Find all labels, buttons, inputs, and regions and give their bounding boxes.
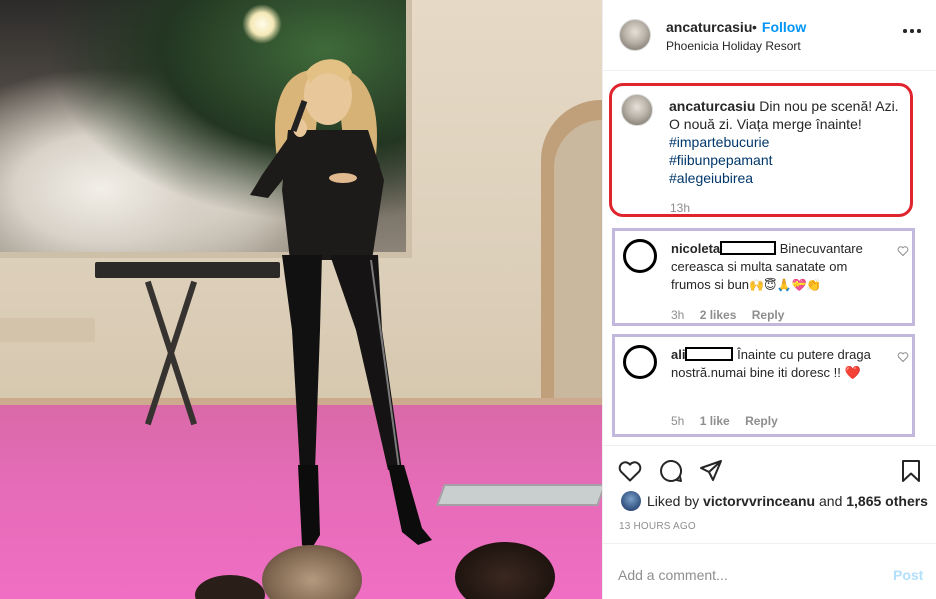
comment-likes[interactable]: 2 likes bbox=[700, 308, 737, 322]
follow-label[interactable]: Follow bbox=[762, 19, 806, 35]
redacted-avatar-circle bbox=[623, 239, 657, 273]
reply-button[interactable]: Reply bbox=[752, 308, 785, 322]
post-header: ancaturcasiu • Follow Phoenicia Holiday R… bbox=[603, 0, 936, 71]
comment-username[interactable]: nicoleta bbox=[671, 241, 720, 256]
author-username[interactable]: ancaturcasiu bbox=[666, 19, 752, 35]
location-link[interactable]: Phoenicia Holiday Resort bbox=[666, 39, 801, 53]
likes-text: Liked by victorvvrinceanu and 1,865 othe… bbox=[647, 493, 928, 509]
caption-username[interactable]: ancaturcasiu bbox=[669, 98, 755, 114]
post-timestamp[interactable]: 13 HOURS AGO bbox=[619, 521, 696, 532]
follow-dot: • bbox=[752, 19, 757, 35]
caption-highlight: ancaturcasiu Din nou pe scenă! Azi. O no… bbox=[609, 83, 913, 217]
redacted-avatar-circle bbox=[623, 345, 657, 379]
comment-time[interactable]: 5h bbox=[671, 414, 684, 428]
reply-button[interactable]: Reply bbox=[745, 414, 778, 428]
comment-text-block: ali Înainte cu putere draga nostră.numai… bbox=[671, 346, 883, 383]
action-bar bbox=[603, 445, 936, 493]
comment-item: nicoleta Binecuvantare cereasca si multa… bbox=[612, 228, 915, 326]
bookmark-icon[interactable] bbox=[898, 458, 924, 484]
comment-bubble-icon[interactable] bbox=[658, 458, 684, 484]
liker-username[interactable]: victorvvrinceanu bbox=[703, 493, 815, 509]
redaction-box bbox=[685, 347, 734, 361]
comment-meta: 3h 2 likes Reply bbox=[671, 308, 796, 322]
author-avatar[interactable] bbox=[619, 19, 651, 51]
more-horizontal-icon[interactable] bbox=[903, 25, 923, 35]
caption-text-block: ancaturcasiu Din nou pe scenă! Azi. O no… bbox=[669, 97, 909, 187]
comment-time[interactable]: 3h bbox=[671, 308, 684, 322]
post-photo[interactable] bbox=[0, 0, 602, 599]
add-comment-input[interactable]: Add a comment... bbox=[618, 567, 728, 583]
likes-and: and bbox=[819, 493, 843, 509]
comment-username[interactable]: ali bbox=[671, 347, 685, 362]
liked-by-prefix: Liked by bbox=[647, 493, 700, 509]
caption-time[interactable]: 13h bbox=[670, 201, 690, 215]
comment-likes[interactable]: 1 like bbox=[700, 414, 730, 428]
comment-meta: 5h 1 like Reply bbox=[671, 414, 790, 428]
add-comment-bar: Add a comment... Post bbox=[603, 543, 936, 599]
redaction-box bbox=[720, 241, 777, 255]
liker-avatar[interactable] bbox=[621, 491, 641, 511]
likes-others-count[interactable]: 1,865 others bbox=[846, 493, 928, 509]
hashtag-link[interactable]: #fiibunpepamant bbox=[669, 151, 909, 169]
post-side-panel: ancaturcasiu • Follow Phoenicia Holiday R… bbox=[602, 0, 936, 599]
caption-avatar[interactable] bbox=[621, 94, 653, 126]
heart-outline-icon[interactable] bbox=[897, 245, 909, 257]
hashtag-link[interactable]: #alegeiubirea bbox=[669, 169, 909, 187]
hashtag-link[interactable]: #impartebucurie bbox=[669, 133, 909, 151]
comment-text-block: nicoleta Binecuvantare cereasca si multa… bbox=[671, 240, 883, 294]
comment-emojis: ❤️ bbox=[844, 366, 861, 381]
follow-button[interactable]: • Follow bbox=[752, 19, 806, 35]
post-comment-button[interactable]: Post bbox=[893, 567, 923, 583]
singer-figure bbox=[250, 59, 432, 548]
heart-outline-icon[interactable] bbox=[897, 351, 909, 363]
share-send-icon[interactable] bbox=[698, 458, 724, 484]
like-heart-icon[interactable] bbox=[617, 458, 643, 484]
comment-item: ali Înainte cu putere draga nostră.numai… bbox=[612, 334, 915, 437]
likes-summary: Liked by victorvvrinceanu and 1,865 othe… bbox=[619, 490, 929, 512]
comment-emojis: 🙌😇🙏💝👏 bbox=[749, 278, 822, 292]
